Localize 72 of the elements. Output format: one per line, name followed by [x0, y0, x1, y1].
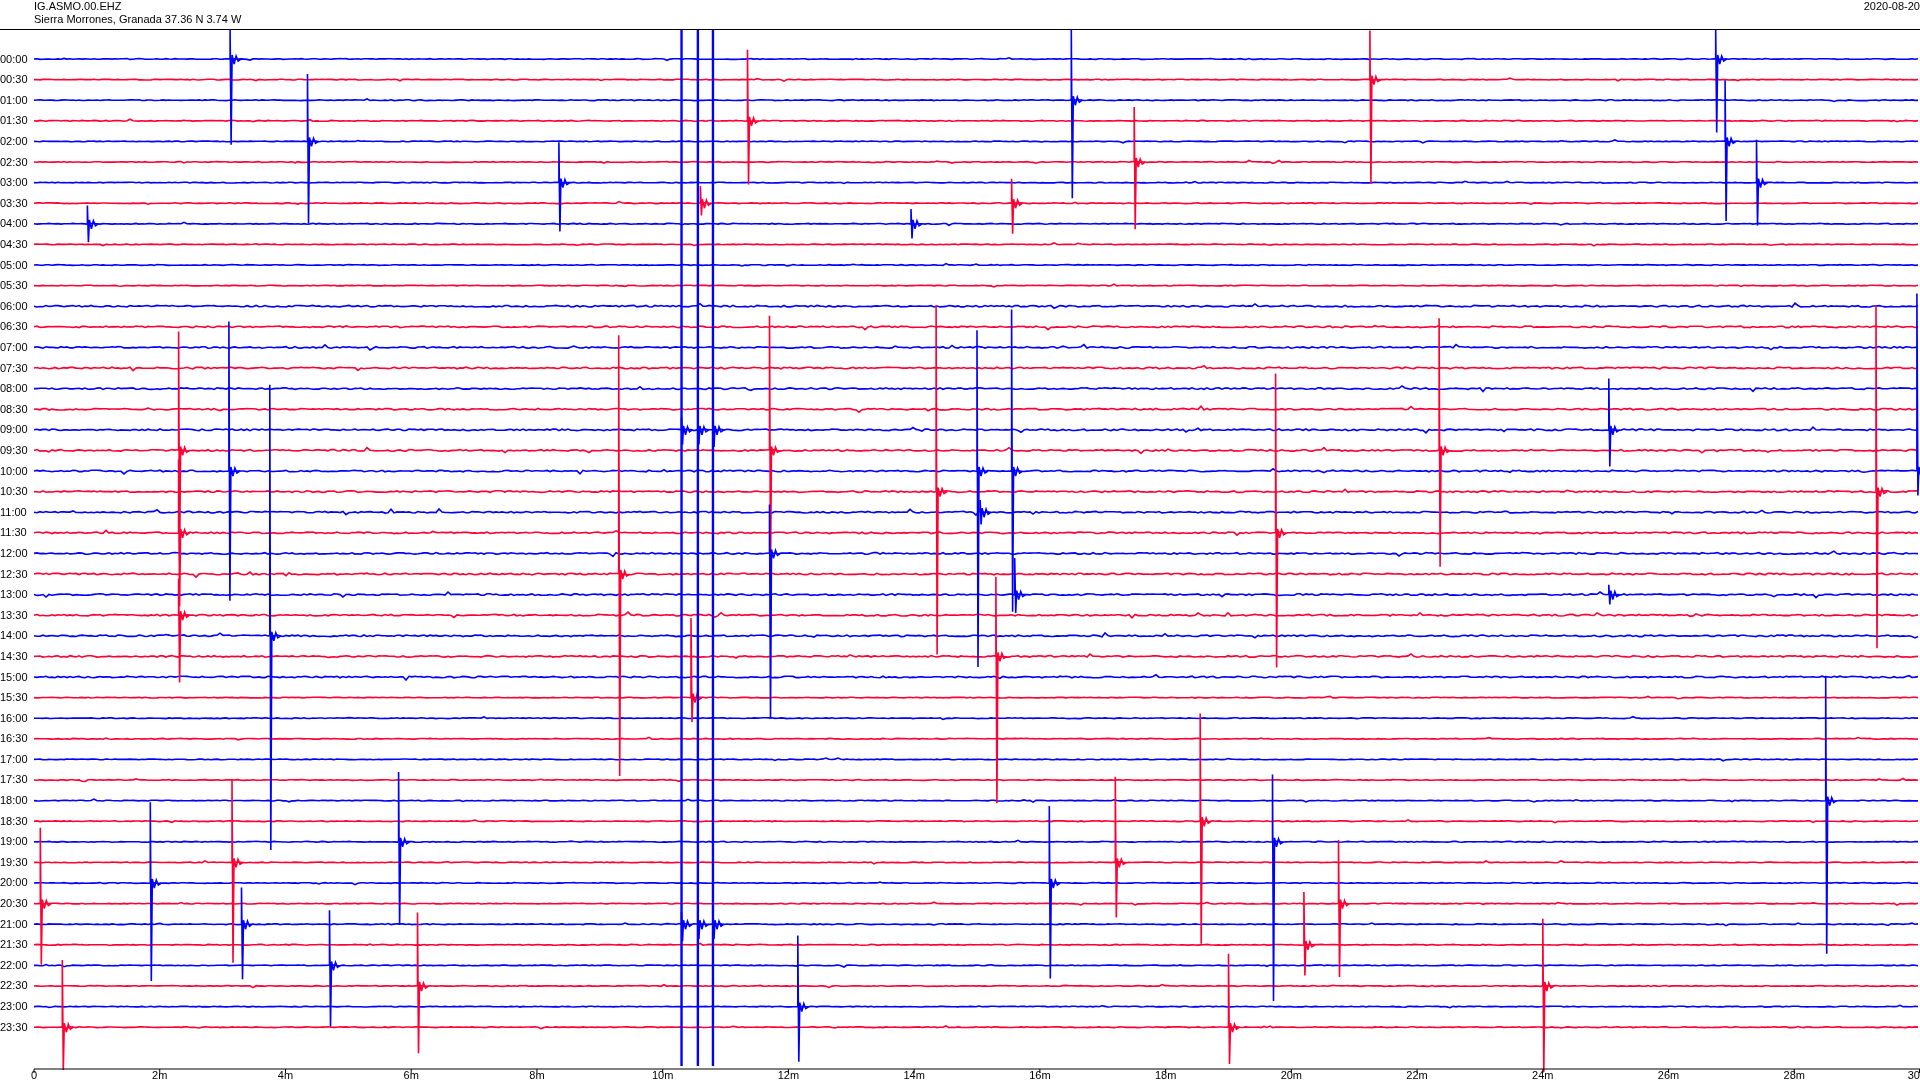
time-label: 10:30 — [0, 484, 29, 500]
axis-tick-label: 12m — [777, 1069, 800, 1080]
time-label: 17:00 — [0, 751, 29, 767]
axis-tick-label: 26m — [1657, 1069, 1680, 1080]
time-label: 01:00 — [0, 92, 29, 108]
time-label: 18:00 — [0, 793, 29, 809]
axis-tick-label: 24m — [1532, 1069, 1554, 1080]
axis-tick-label: 10m — [651, 1069, 674, 1080]
axis-tick-label: 28m — [1783, 1069, 1805, 1080]
time-label: 03:00 — [0, 175, 29, 191]
time-label: 15:00 — [0, 669, 29, 685]
time-label: 12:00 — [0, 545, 29, 561]
axis-tick-label: 14m — [903, 1069, 925, 1080]
time-label: 22:30 — [0, 978, 29, 994]
axis-tick-label: 30 — [1907, 1069, 1920, 1080]
axis-tick-label: 16m — [1029, 1069, 1051, 1080]
time-label: 17:30 — [0, 772, 29, 788]
axis-tick-label: 0 — [30, 1069, 38, 1080]
axis-tick-label: 18m — [1154, 1069, 1177, 1080]
axis-tick-label: 6m — [403, 1069, 419, 1080]
time-label: 03:30 — [0, 195, 29, 211]
time-label: 23:30 — [0, 1019, 29, 1035]
time-label: 20:00 — [0, 875, 29, 891]
time-label: 09:00 — [0, 422, 29, 438]
time-label: 06:00 — [0, 298, 29, 314]
time-label: 04:30 — [0, 237, 29, 253]
seismic-spike — [1010, 177, 1024, 235]
time-label: 02:30 — [0, 154, 29, 170]
plot-date: 2020-08-20 — [1863, 0, 1920, 13]
time-label: 15:30 — [0, 690, 29, 706]
time-label: 11:00 — [0, 504, 28, 520]
time-label: 05:00 — [0, 257, 29, 273]
axis-tick-label: 2m — [152, 1069, 168, 1080]
time-label: 02:00 — [0, 134, 29, 150]
time-label: 12:30 — [0, 566, 29, 582]
time-label: 05:30 — [0, 278, 29, 294]
time-label: 01:30 — [0, 113, 29, 129]
time-label: 14:30 — [0, 648, 29, 664]
time-label: 00:30 — [0, 72, 29, 88]
time-label: 07:30 — [0, 360, 29, 376]
time-label: 11:30 — [0, 525, 28, 541]
time-label: 10:00 — [0, 463, 29, 479]
axis-tick-label: 4m — [277, 1069, 294, 1080]
axis-tick-label: 20m — [1280, 1069, 1303, 1080]
time-label: 04:00 — [0, 216, 29, 232]
time-label: 06:30 — [0, 319, 29, 335]
time-label: 23:00 — [0, 999, 29, 1014]
seismic-spike — [910, 208, 923, 240]
seismic-spike — [1608, 584, 1621, 606]
time-label: 19:00 — [0, 834, 29, 850]
axis-tick-label: 8m — [529, 1069, 545, 1080]
axis-tick-label: 22m — [1406, 1069, 1428, 1080]
time-label: 07:00 — [0, 340, 29, 355]
time-label: 13:30 — [0, 607, 29, 623]
time-label: 13:00 — [0, 587, 29, 603]
time-label: 21:30 — [0, 937, 29, 953]
seismic-spike — [86, 204, 100, 243]
station-location: Sierra Morrones, Granada 37.36 N 3.74 W — [34, 13, 242, 26]
seismic-spike — [699, 185, 713, 217]
station-code: IG.ASMO.00.EHZ — [34, 0, 123, 13]
time-label: 08:30 — [0, 401, 29, 417]
time-label: 16:30 — [0, 731, 29, 747]
time-label: 22:00 — [0, 957, 29, 973]
time-label: 08:00 — [0, 381, 29, 397]
time-label: 18:30 — [0, 813, 29, 829]
time-label: 09:30 — [0, 442, 29, 458]
time-label: 20:30 — [0, 896, 29, 912]
time-label: 00:00 — [0, 51, 29, 67]
time-label: 19:30 — [0, 854, 29, 870]
time-label: 16:00 — [0, 710, 29, 726]
time-label: 21:00 — [0, 916, 29, 932]
time-label: 14:00 — [0, 628, 29, 644]
